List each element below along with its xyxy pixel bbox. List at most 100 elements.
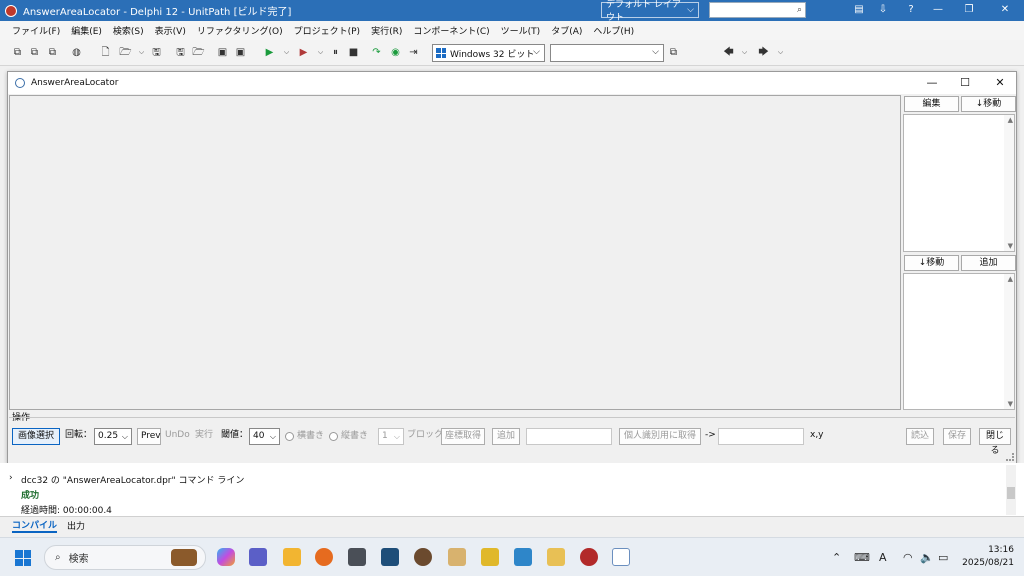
minimize-icon[interactable]: — (924, 75, 940, 91)
remote-desktop-icon[interactable] (381, 548, 399, 566)
scroll-down-icon[interactable]: ▼ (1008, 242, 1013, 250)
expand-chevron-icon[interactable]: › (9, 473, 13, 483)
chevron-down-icon[interactable]: ⌵ (738, 46, 751, 59)
coords-field[interactable] (526, 428, 612, 445)
block-count-select[interactable]: 1 ⌵ (378, 428, 404, 445)
wifi-icon[interactable]: ◠ (903, 551, 913, 564)
messages-scrollbar[interactable] (1006, 465, 1016, 515)
open-folder-icon[interactable]: 🗁 (119, 46, 132, 59)
close-icon[interactable]: ✕ (997, 3, 1013, 17)
add-to-project-icon[interactable]: ▣ (216, 46, 229, 59)
new-file-icon[interactable]: 🗋 (99, 46, 112, 59)
minimize-icon[interactable]: — (930, 3, 946, 17)
chevron-up-icon[interactable]: ⌃ (832, 551, 841, 564)
layout-select[interactable]: デフォルト レイアウト ⌵ (601, 0, 699, 23)
desktop-layout-icon[interactable]: ▤ (851, 3, 867, 17)
menu-edit[interactable]: 編集(E) (71, 24, 102, 37)
teams-icon[interactable] (249, 548, 267, 566)
forward-arrow-icon[interactable]: 🡆 (757, 46, 770, 59)
stop-icon[interactable]: ■ (347, 46, 360, 59)
ime-indicator[interactable]: A (879, 551, 887, 564)
rotate-select[interactable]: 0.25 ⌵ (94, 428, 132, 445)
pause-icon[interactable]: ⏸ (329, 46, 342, 59)
scroll-down-icon[interactable]: ▼ (1008, 400, 1013, 408)
taskbar-clock[interactable]: 13:16 2025/08/21 (958, 544, 1014, 570)
close-icon[interactable]: ✕ (992, 75, 1008, 91)
select-image-button[interactable]: 画像選択 (12, 428, 60, 445)
scroll-up-icon[interactable]: ▲ (1008, 275, 1013, 283)
device-manager-icon[interactable]: ⧉ (667, 46, 680, 59)
run-to-cursor-icon[interactable]: ⇥ (407, 46, 420, 59)
drawing-app-icon[interactable] (448, 548, 466, 566)
answer-area-locator-taskbar-icon[interactable] (612, 548, 630, 566)
speaker-icon[interactable]: 🔈 (920, 551, 934, 564)
menu-search[interactable]: 検索(S) (113, 24, 144, 37)
calculator-icon[interactable] (348, 548, 366, 566)
get-personal-id-button[interactable]: 個人識別用に取得 (619, 428, 701, 445)
lower-item-list[interactable]: ▲ ▼ (903, 273, 1015, 410)
run-icon[interactable]: ▶ (263, 46, 276, 59)
step-over-icon[interactable]: ↷ (370, 46, 383, 59)
paint-palette-icon[interactable] (414, 548, 432, 566)
run-without-debug-icon[interactable]: ▶ (297, 46, 310, 59)
tab-output[interactable]: 出力 (67, 519, 85, 532)
keyboard-icon[interactable]: ⌨ (854, 551, 870, 564)
build-config-select[interactable]: ⌵ (550, 44, 664, 62)
restore-icon[interactable]: ❐ (961, 3, 977, 17)
folder-app-icon[interactable] (547, 548, 565, 566)
chevron-down-icon[interactable]: ⌵ (135, 46, 148, 59)
horizontal-radio[interactable]: 横書き (285, 428, 324, 445)
personal-id-field[interactable] (718, 428, 804, 445)
move-down-button-2[interactable]: ↓移動 (904, 255, 959, 271)
scrollbar[interactable]: ▲ ▼ (1004, 115, 1014, 251)
resize-grip-icon[interactable] (1006, 453, 1014, 461)
menu-help[interactable]: ヘルプ(H) (593, 24, 634, 37)
save-all-icon[interactable]: 🖫 (174, 46, 187, 59)
image-canvas[interactable] (9, 95, 901, 410)
menu-file[interactable]: ファイル(F) (12, 24, 60, 37)
copilot-icon[interactable] (217, 548, 235, 566)
ide-search-input[interactable]: ⌕ (709, 2, 806, 18)
battery-icon[interactable]: ▭ (938, 551, 948, 564)
close-button[interactable]: 閉じる (979, 428, 1011, 456)
copy-icon[interactable]: ⧉ (28, 46, 41, 59)
tab-compile[interactable]: コンパイル (12, 518, 58, 533)
menu-refactor[interactable]: リファクタリング(O) (197, 24, 283, 37)
undo-button[interactable]: UnDo (165, 428, 190, 445)
chevron-down-icon[interactable]: ⌵ (774, 46, 787, 59)
scroll-thumb[interactable] (1007, 487, 1015, 499)
edit-button[interactable]: 編集 (904, 96, 959, 112)
platform-select[interactable]: Windows 32 ビット ⌵ (432, 44, 545, 62)
file-explorer-icon[interactable] (283, 548, 301, 566)
menu-run[interactable]: 実行(R) (371, 24, 402, 37)
ops-add-button[interactable]: 追加 (492, 428, 520, 445)
help-icon[interactable]: ? (903, 3, 919, 17)
delphi-taskbar-icon[interactable] (580, 548, 598, 566)
upper-item-list[interactable]: ▲ ▼ (903, 114, 1015, 252)
chevron-down-icon[interactable]: ⌵ (280, 46, 293, 59)
new-items-icon[interactable]: ⧉ (11, 46, 24, 59)
scrollbar[interactable]: ▲ ▼ (1004, 274, 1014, 409)
menu-project[interactable]: プロジェクト(P) (294, 24, 360, 37)
menu-component[interactable]: コンポーネント(C) (413, 24, 489, 37)
copy-all-icon[interactable]: ⧉ (46, 46, 59, 59)
get-coords-button[interactable]: 座標取得 (441, 428, 485, 445)
chevron-down-icon[interactable]: ⌵ (314, 46, 327, 59)
taskbar-search-box[interactable]: ⌕ 検索 (44, 545, 206, 570)
scroll-up-icon[interactable]: ▲ (1008, 116, 1013, 124)
prev-button[interactable]: Prev (137, 428, 161, 445)
maximize-icon[interactable]: ☐ (957, 75, 973, 91)
back-arrow-icon[interactable]: 🡄 (722, 46, 735, 59)
run-button[interactable]: 実行 (195, 428, 213, 445)
move-down-button[interactable]: ↓移動 (961, 96, 1016, 112)
save-layout-icon[interactable]: ⇩ (875, 3, 891, 17)
globe-icon[interactable]: ◍ (70, 46, 83, 59)
add-button[interactable]: 追加 (961, 255, 1016, 271)
menu-view[interactable]: 表示(V) (155, 24, 186, 37)
open-project-icon[interactable]: 🗁 (192, 46, 205, 59)
firefox-icon[interactable] (315, 548, 333, 566)
save-button[interactable]: 保存 (943, 428, 971, 445)
save-icon[interactable]: 🖫 (150, 46, 163, 59)
remove-from-project-icon[interactable]: ▣ (234, 46, 247, 59)
windows-start-icon[interactable] (15, 550, 31, 566)
